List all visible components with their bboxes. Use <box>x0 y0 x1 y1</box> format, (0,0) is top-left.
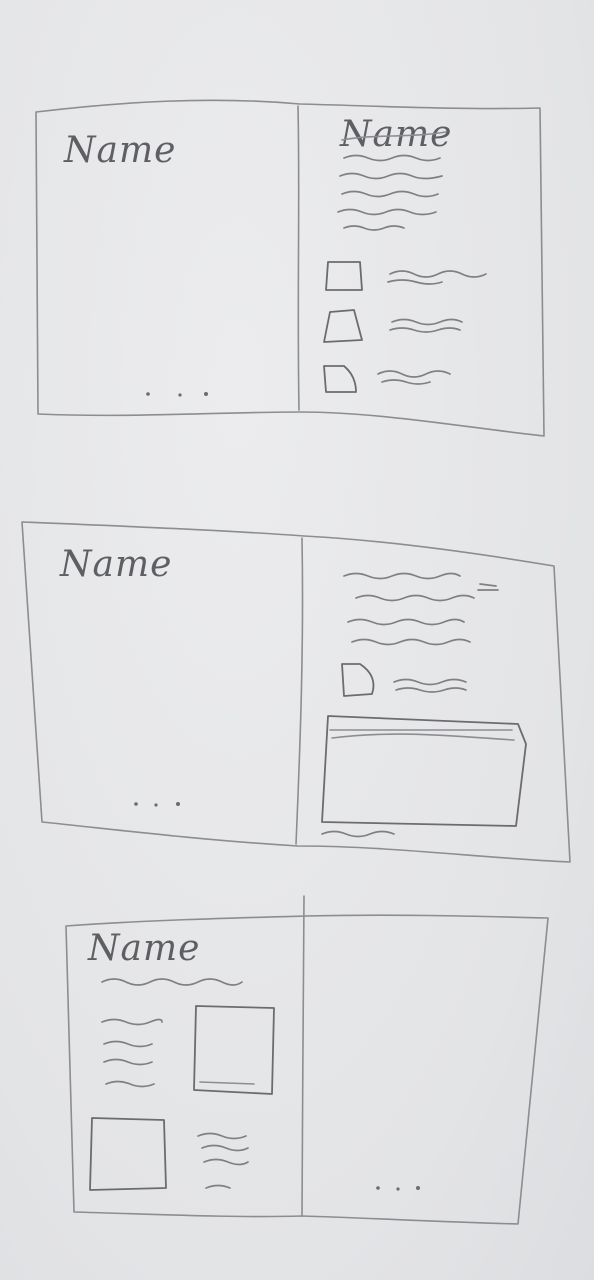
sketch-1-divider <box>297 105 300 411</box>
sketch-1-left-title: Name <box>63 130 176 171</box>
sketch-3-image-placeholder-1 <box>193 1005 275 1095</box>
sketch-2-thumbnail <box>341 663 375 697</box>
sketch-3-text-block-1 <box>101 1018 163 1088</box>
sketch-2-image-placeholder <box>321 715 527 827</box>
sketch-3-text-block-2 <box>197 1132 249 1189</box>
sketch-1-list-row-2 <box>323 309 463 343</box>
sketch-2-left-title: Name <box>59 544 172 585</box>
sketch-1-ellipsis <box>146 392 208 397</box>
wireframe-sketch-3: Name <box>65 895 549 1225</box>
sketch-3-divider <box>301 895 305 1217</box>
sketch-1-list-row-3 <box>323 365 451 393</box>
pencil-wireframe-drawing: Name Name Name Name <box>21 99 571 1225</box>
sketch-1-list-row-1 <box>325 261 487 291</box>
sketch-1-right-title: Name <box>339 114 452 155</box>
paper-sheet: Name Name Name Name <box>0 0 594 1280</box>
sketch-2-list-row <box>341 663 467 697</box>
sketch-3-subtitle-line <box>101 978 243 986</box>
sketch-1-text-lines <box>337 154 443 231</box>
wireframe-sketch-1: Name Name <box>35 99 545 437</box>
sketch-3-ellipsis <box>376 1186 420 1191</box>
sketch-1-thumbnail-2 <box>323 309 363 343</box>
sketch-2-ellipsis <box>134 802 180 807</box>
sketch-3-image-placeholder-2 <box>89 1117 167 1191</box>
sketch-2-caption-line <box>321 830 395 838</box>
sketch-2-text-lines <box>343 572 499 646</box>
sketch-1-thumbnail-3 <box>323 365 357 393</box>
sketch-2-divider <box>295 537 304 845</box>
wireframe-sketch-2: Name <box>21 521 571 863</box>
sketch-3-left-title: Name <box>87 928 200 969</box>
sketch-1-thumbnail-1 <box>325 261 363 291</box>
